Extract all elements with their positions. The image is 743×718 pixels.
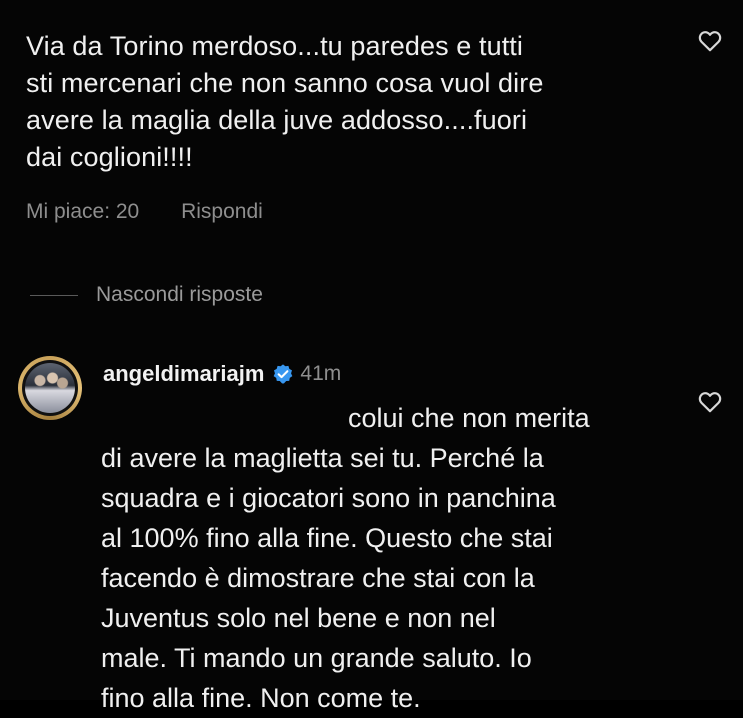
comment-line: sti mercenari che non sanno cosa vuol di… <box>26 68 544 98</box>
reply-text: colui che non merita di avere la magliet… <box>101 398 691 718</box>
reply-line: squadra e i giocatori sono in panchina <box>101 483 556 513</box>
comment-meta: Mi piace: 20 Rispondi <box>26 200 263 224</box>
verified-badge-icon <box>272 363 294 385</box>
like-comment-heart-icon[interactable] <box>697 28 723 54</box>
comment-line: Via da Torino merdoso...tu paredes e tut… <box>26 31 524 61</box>
parent-comment: Via da Torino merdoso...tu paredes e tut… <box>26 28 666 176</box>
comment-line: avere la maglia della juve addosso....fu… <box>26 105 528 135</box>
reply-line: colui che non merita <box>348 403 590 433</box>
divider-line <box>30 294 78 296</box>
reply-button[interactable]: Rispondi <box>181 200 263 223</box>
hide-replies-label: Nascondi risposte <box>96 283 263 306</box>
comment-line: dai coglioni!!!! <box>26 142 193 172</box>
reply-header: angeldimariajm 41m <box>103 361 341 387</box>
reply-line: fino alla fine. Non come te. <box>101 683 421 713</box>
reply-line: Juventus solo nel bene e non nel <box>101 603 496 633</box>
reply-line: al 100% fino alla fine. Questo che stai <box>101 523 553 553</box>
like-reply-heart-icon[interactable] <box>697 389 723 415</box>
parent-comment-text: Via da Torino merdoso...tu paredes e tut… <box>26 28 666 176</box>
comment-thread: Via da Torino merdoso...tu paredes e tut… <box>0 0 743 713</box>
hide-replies-button[interactable]: Nascondi risposte <box>30 283 263 307</box>
username[interactable]: angeldimariajm <box>103 361 264 387</box>
reply-line: facendo è dimostrare che stai con la <box>101 563 535 593</box>
avatar-frame <box>22 360 78 416</box>
avatar-photo <box>25 363 75 413</box>
reply-timestamp: 41m <box>300 362 342 385</box>
likes-count[interactable]: Mi piace: 20 <box>26 200 139 223</box>
avatar[interactable] <box>18 356 82 420</box>
reply-line: male. Ti mando un grande saluto. Io <box>101 643 532 673</box>
reply-line: di avere la maglietta sei tu. Perché la <box>101 443 544 473</box>
